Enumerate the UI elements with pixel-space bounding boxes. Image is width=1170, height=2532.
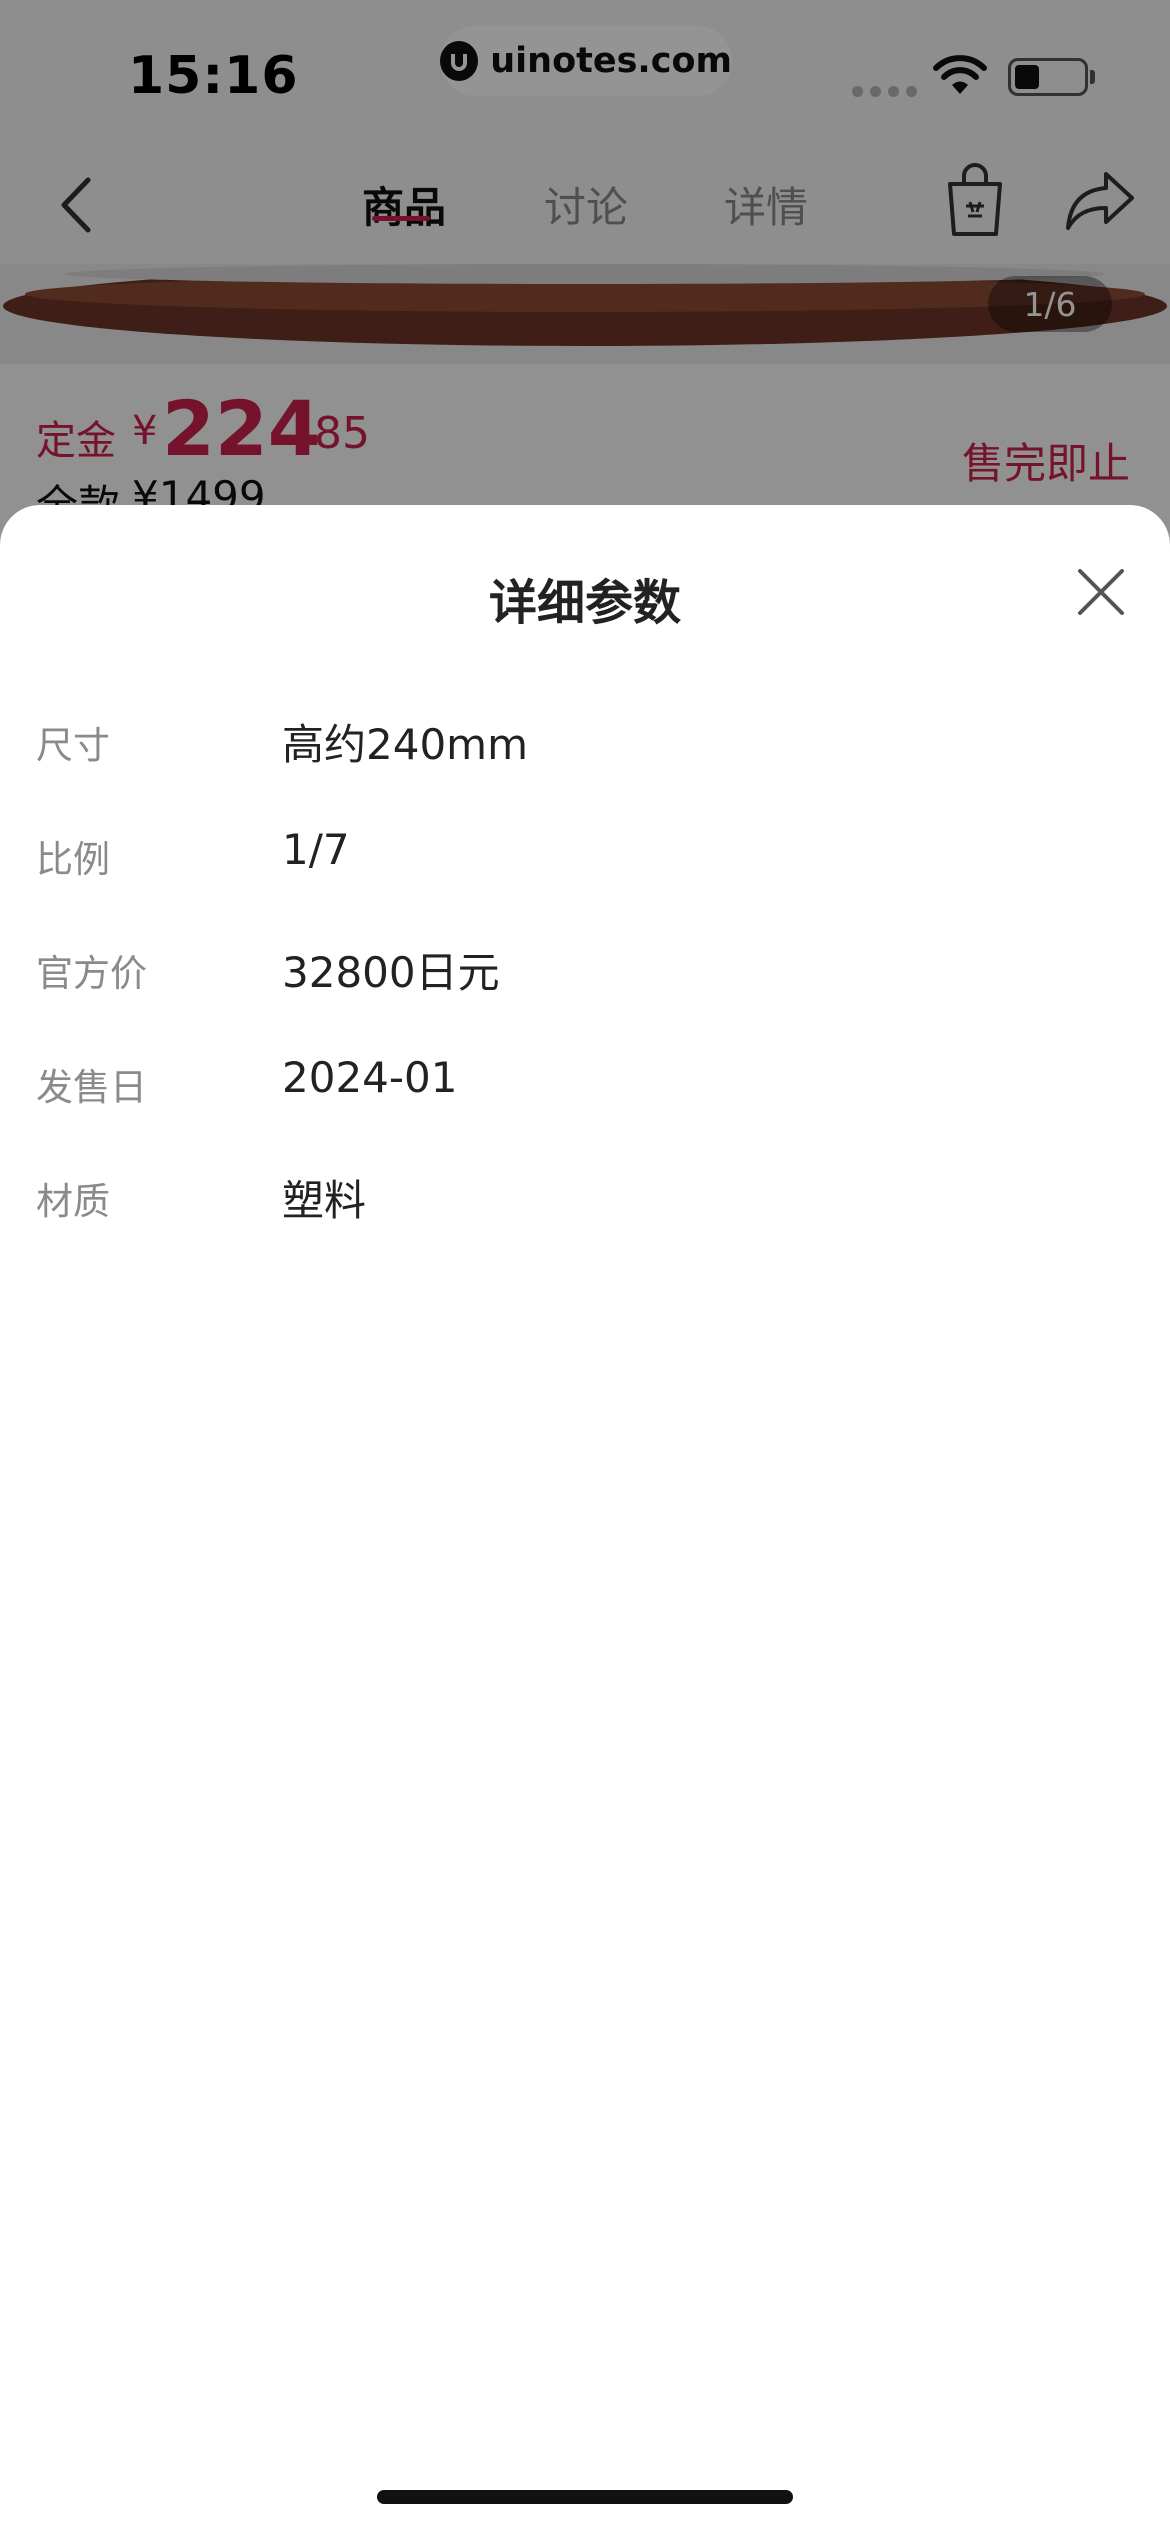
close-icon[interactable]: [1074, 565, 1128, 619]
param-value: 塑料: [282, 1176, 367, 1225]
param-row-official-price: 官方价 32800日元: [0, 943, 1170, 1057]
param-label: 尺寸: [36, 724, 110, 767]
param-row-release-date: 发售日 2024-01: [0, 1053, 1170, 1171]
param-list: 尺寸 高约240mm 比例 1/7 官方价 32800日元 发售日 2024-0…: [0, 715, 1170, 1285]
home-indicator[interactable]: [377, 2490, 793, 2504]
param-row-scale: 比例 1/7: [0, 825, 1170, 943]
param-value: 高约240mm: [282, 720, 528, 769]
sheet-title: 详细参数: [488, 575, 681, 631]
modal-backdrop[interactable]: [0, 0, 1170, 560]
param-value: 2024-01: [282, 1053, 458, 1102]
param-label: 发售日: [36, 1066, 147, 1109]
param-row-size: 尺寸 高约240mm: [0, 715, 1170, 829]
param-label: 材质: [36, 1180, 110, 1223]
param-label: 官方价: [36, 952, 147, 995]
param-label: 比例: [36, 838, 110, 881]
params-bottom-sheet: 详细参数 尺寸 高约240mm 比例 1/7 官方价 32800日元 发售日 2…: [0, 505, 1170, 2532]
param-row-material: 材质 塑料: [0, 1171, 1170, 1285]
param-value: 32800日元: [282, 948, 500, 997]
param-value: 1/7: [282, 825, 350, 874]
